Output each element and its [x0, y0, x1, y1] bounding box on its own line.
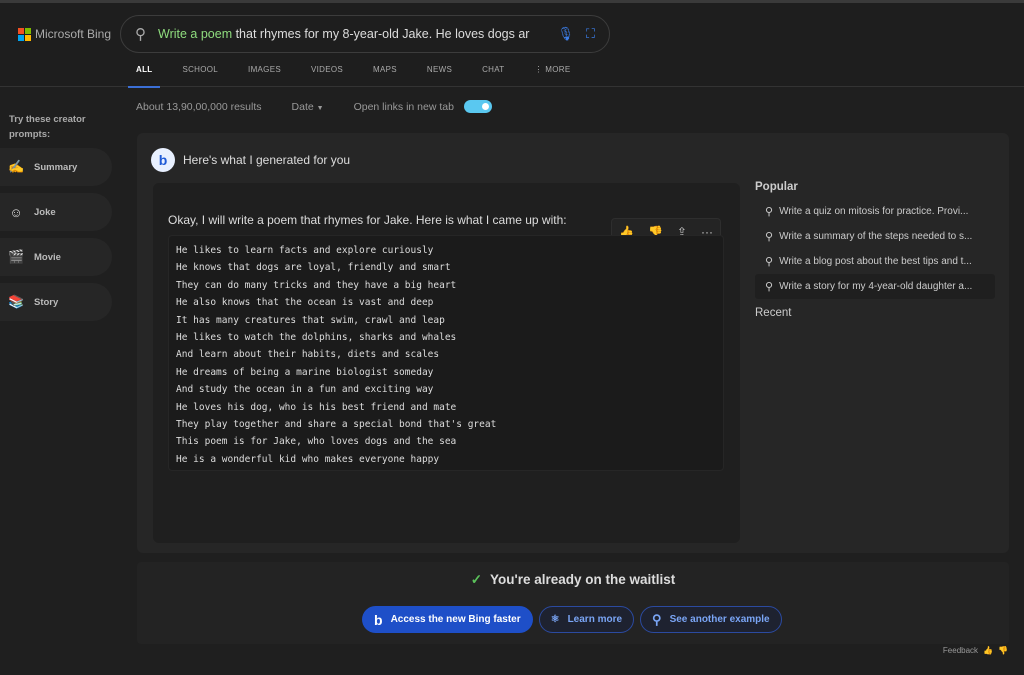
search-icon: ⚲	[652, 611, 662, 627]
popular-item[interactable]: ⚲ Write a summary of the steps needed to …	[755, 224, 995, 249]
access-bing-button[interactable]: b Access the new Bing faster	[362, 606, 533, 633]
generated-title: Here's what I generated for you	[183, 153, 351, 167]
button-label: Learn more	[567, 614, 623, 625]
poem-line: He likes to learn facts and explore curi…	[176, 245, 434, 256]
search-icon: ⚲	[765, 231, 774, 243]
popular-prompts: Popular ⚲ Write a quiz on mitosis for pra…	[755, 181, 995, 319]
popular-item[interactable]: ⚲ Write a story for my 4-year-old daughte…	[755, 274, 995, 299]
brand-name: Microsoft Bing	[35, 27, 112, 41]
books-icon: 📚	[8, 294, 25, 309]
open-links-toggle[interactable]	[463, 100, 492, 113]
tab-all[interactable]: ALL	[128, 57, 161, 88]
prompt-label: Summary	[34, 161, 78, 173]
query-highlight: Write a poem	[158, 27, 233, 41]
thumbs-down-icon[interactable]: 👎	[998, 646, 1008, 655]
search-icon: ⚲	[765, 281, 774, 293]
tab-videos[interactable]: VIDEOS	[303, 57, 351, 88]
answer-card: Okay, I will write a poem that rhymes fo…	[153, 183, 740, 543]
poem-line: He loves his dog, who is his best friend…	[176, 401, 457, 413]
thumbs-up-icon[interactable]: 👍	[983, 646, 993, 655]
waitlist-text: You're already on the waitlist	[490, 572, 676, 587]
visual-search-icon[interactable]: ⛶	[586, 26, 595, 42]
poem-block: He likes to learn facts and explore curi…	[168, 235, 724, 471]
waitlist-panel: ✓ You're already on the waitlist b Access …	[137, 562, 1009, 644]
waitlist-buttons: b Access the new Bing faster ⚛ Learn more …	[362, 606, 782, 633]
search-box[interactable]: ⚲ Write a poem that rhymes for my 8-year…	[120, 15, 610, 53]
popular-item-text: Write a quiz on mitosis for practice. Pr…	[779, 206, 969, 217]
poem-line: And learn about their habits, diets and …	[176, 349, 440, 361]
generated-panel: b Here's what I generated for you Okay, …	[137, 133, 1009, 553]
prompt-summary[interactable]: ✍ Summary	[0, 148, 112, 186]
smiley-icon: ☺	[9, 204, 23, 220]
bing-icon: b	[374, 611, 383, 628]
nav-tabs: ALL SCHOOL IMAGES VIDEOS MAPS NEWS CHAT …	[128, 57, 593, 88]
poem-line: And study the ocean in a fun and excitin…	[176, 384, 434, 396]
brain-icon: ⚛	[550, 614, 560, 625]
open-links-label: Open links in new tab	[353, 100, 454, 113]
caret-down-icon: ▼	[316, 104, 324, 112]
poem-line: They play together and share a special b…	[176, 419, 497, 431]
prompt-movie[interactable]: 🎬 Movie	[0, 238, 112, 276]
poem-line: He likes to watch the dolphins, sharks a…	[176, 332, 457, 344]
tab-chat[interactable]: CHAT	[474, 57, 512, 88]
date-filter-label: Date	[291, 100, 314, 113]
poem-line: This poem is for Jake, who loves dogs an…	[176, 436, 457, 448]
search-icon: ⚲	[765, 206, 774, 218]
tab-school[interactable]: SCHOOL	[174, 57, 226, 88]
poem-line: It has many creatures that swim, crawl a…	[176, 314, 445, 326]
bing-chat-icon: b	[151, 148, 175, 172]
tab-images[interactable]: IMAGES	[240, 57, 289, 88]
tab-more[interactable]: ⋮ MORE	[526, 57, 578, 88]
recent-title: Recent	[755, 307, 792, 319]
results-count: About 13,90,00,000 results	[136, 100, 262, 113]
prompt-label: Joke	[34, 206, 56, 218]
prompt-label: Story	[34, 296, 59, 308]
poem-line: They can do many tricks and they have a …	[176, 279, 457, 291]
poem-line: He knows that dogs are loyal, friendly a…	[176, 262, 451, 274]
poem-line: He is a wonderful kid who makes everyone…	[176, 453, 440, 465]
checkmark-icon: ✓	[470, 572, 483, 587]
date-filter[interactable]: Date ▼	[292, 101, 324, 113]
answer-intro: Okay, I will write a poem that rhymes fo…	[168, 213, 567, 227]
search-icon[interactable]: ⚲	[135, 25, 146, 43]
popular-item[interactable]: ⚲ Write a blog post about the best tips a…	[755, 249, 995, 274]
summary-icon: ✍	[8, 159, 25, 174]
feedback: Feedback 👍 👎	[943, 646, 1008, 655]
clapperboard-icon: 🎬	[8, 249, 25, 264]
learn-more-button[interactable]: ⚛ Learn more	[538, 606, 635, 633]
waitlist-title: ✓ You're already on the waitlist	[137, 572, 1009, 588]
popular-item-text: Write a blog post about the best tips an…	[779, 256, 972, 267]
results-bar: About 13,90,00,000 results Date ▼ Open l…	[136, 100, 492, 113]
sidebar-title: Try these creator prompts:	[9, 114, 86, 140]
prompt-story[interactable]: 📚 Story	[0, 283, 112, 321]
button-label: Access the new Bing faster	[390, 614, 521, 625]
popular-item-text: Write a story for my 4-year-old daughter…	[779, 281, 973, 292]
creator-prompts-sidebar: Try these creator prompts: ✍ Summary ☺ Jok…	[0, 112, 112, 328]
poem-line: He dreams of being a marine biologist so…	[176, 366, 434, 378]
popular-item-text: Write a summary of the steps needed to s…	[779, 231, 973, 242]
button-label: See another example	[669, 614, 770, 625]
generated-heading: b Here's what I generated for you	[151, 148, 350, 172]
tab-maps[interactable]: MAPS	[365, 57, 405, 88]
bing-logo[interactable]: Microsoft Bing	[18, 27, 111, 41]
prompt-joke[interactable]: ☺ Joke	[0, 193, 112, 231]
query-text: that rhymes for my 8-year-old Jake. He l…	[232, 27, 530, 41]
microsoft-logo-icon	[18, 27, 31, 41]
prompt-label: Movie	[34, 251, 61, 263]
popular-title: Popular	[755, 181, 798, 193]
search-input[interactable]: Write a poem that rhymes for my 8-year-o…	[158, 27, 545, 41]
popular-item[interactable]: ⚲ Write a quiz on mitosis for practice. P…	[755, 199, 995, 224]
header: Microsoft Bing ⚲ Write a poem that rhyme…	[0, 3, 1024, 88]
microphone-icon[interactable]: 🎙	[557, 26, 574, 42]
search-icon: ⚲	[765, 256, 774, 268]
tab-news[interactable]: NEWS	[419, 57, 460, 88]
poem-line: He also knows that the ocean is vast and…	[176, 297, 434, 309]
feedback-link[interactable]: Feedback	[943, 646, 978, 655]
see-another-example-button[interactable]: ⚲ See another example	[640, 606, 782, 633]
